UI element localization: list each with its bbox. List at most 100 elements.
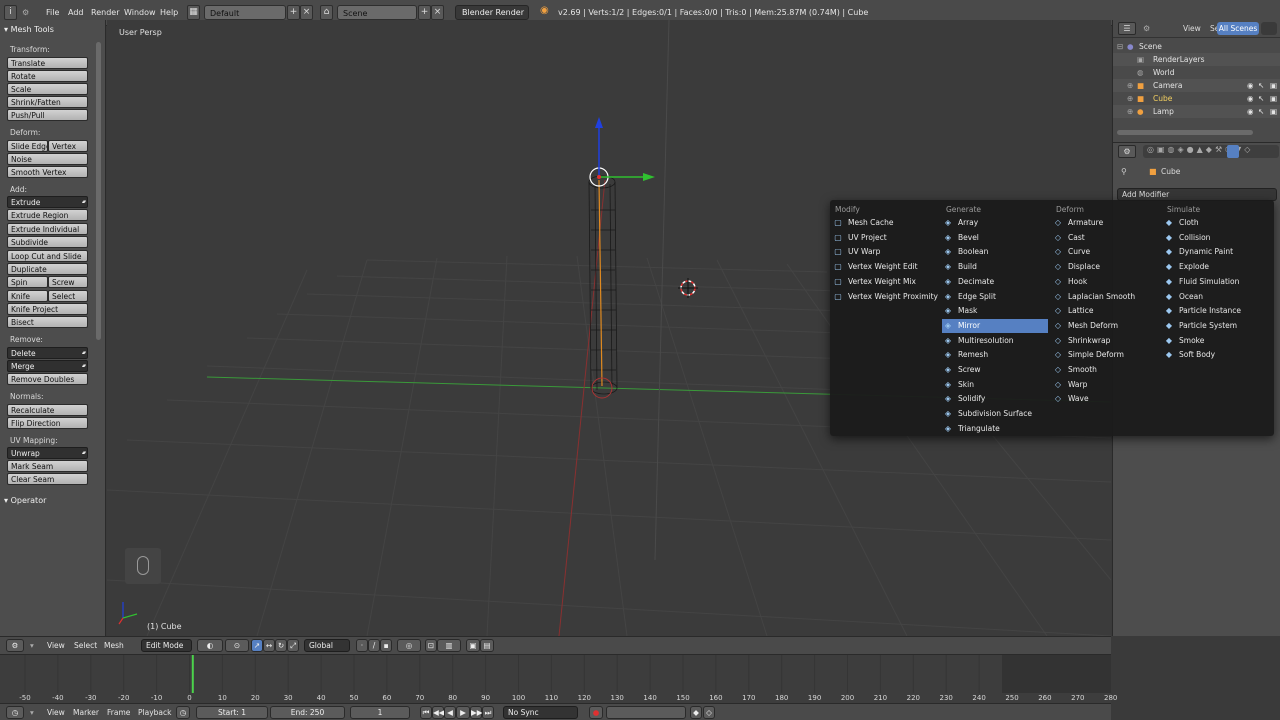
- translate-manipulator-icon[interactable]: ↔: [263, 639, 275, 652]
- keying-set-field[interactable]: [606, 706, 686, 719]
- scale-manipulator-icon[interactable]: ⤢: [287, 639, 299, 652]
- expand-icon[interactable]: ⊕: [1127, 92, 1133, 105]
- menu-add[interactable]: Add: [68, 6, 84, 20]
- menu-help[interactable]: Help: [160, 6, 178, 20]
- loop-cut-button[interactable]: Loop Cut and Slide: [7, 250, 88, 262]
- preview-range-icon[interactable]: ◷: [176, 706, 190, 719]
- outliner-search-input[interactable]: [1261, 22, 1277, 35]
- knife-project-button[interactable]: Knife Project: [7, 303, 88, 315]
- shading-select-icon[interactable]: ◐: [197, 639, 223, 652]
- menu-item-mirror[interactable]: ◈ Mirror: [942, 318, 1048, 333]
- properties-editor-icon[interactable]: ⚙: [1118, 145, 1136, 158]
- proportional-edit-icon[interactable]: ◎: [397, 639, 421, 652]
- menu-item-array[interactable]: ◈ Array: [942, 216, 1048, 230]
- jump-start-icon[interactable]: ⏮: [420, 706, 432, 719]
- sync-mode-select[interactable]: No Sync: [503, 706, 578, 719]
- menu-render[interactable]: Render: [91, 6, 119, 20]
- viewport-menu-mesh[interactable]: Mesh: [104, 641, 124, 650]
- menu-item-displace[interactable]: ◇ Displace: [1052, 260, 1158, 274]
- menu-item-cloth[interactable]: ◆ Cloth: [1163, 216, 1269, 230]
- menu-item-particle-system[interactable]: ◆ Particle System: [1163, 319, 1269, 333]
- menu-item-explode[interactable]: ◆ Explode: [1163, 260, 1269, 274]
- snap-toggle-icon[interactable]: ⊡: [425, 639, 437, 652]
- operator-panel-header[interactable]: ▾ Operator: [4, 496, 46, 505]
- menu-item-warp[interactable]: ◇ Warp: [1052, 378, 1158, 392]
- timeline-menu-playback[interactable]: Playback: [138, 708, 171, 717]
- outliner-row-renderlayers[interactable]: ▣ RenderLayers: [1113, 53, 1280, 66]
- outliner-row-scene[interactable]: ⊟ ● Scene: [1113, 40, 1280, 53]
- outliner-scrollbar[interactable]: [1117, 130, 1253, 135]
- expand-icon[interactable]: ⊕: [1127, 105, 1133, 118]
- remove-scene-icon[interactable]: ×: [431, 5, 444, 20]
- shrink-fatten-button[interactable]: Shrink/Fatten: [7, 96, 88, 108]
- merge-dropdown[interactable]: Merge: [7, 360, 88, 372]
- menu-item-multiresolution[interactable]: ◈ Multiresolution: [942, 334, 1048, 348]
- render-camera-icon[interactable]: ▣: [1270, 79, 1277, 92]
- vertex-button[interactable]: Vertex: [48, 140, 88, 152]
- collapse-icon[interactable]: ▾: [30, 708, 34, 717]
- menu-item-build[interactable]: ◈ Build: [942, 260, 1048, 274]
- screw-button[interactable]: Screw: [48, 276, 88, 288]
- menu-item-wave[interactable]: ◇ Wave: [1052, 392, 1158, 406]
- viewport-menu-view[interactable]: View: [47, 641, 65, 650]
- play-icon[interactable]: ▶: [456, 706, 470, 719]
- menu-item-smoke[interactable]: ◆ Smoke: [1163, 334, 1269, 348]
- unwrap-dropdown[interactable]: Unwrap: [7, 447, 88, 459]
- menu-item-cast[interactable]: ◇ Cast: [1052, 231, 1158, 245]
- outliner-row-cube[interactable]: ⊕ ■ Cube ◉ ↖ ▣: [1113, 92, 1280, 105]
- outliner-row-camera[interactable]: ⊕ ■ Camera ◉ ↖ ▣: [1113, 79, 1280, 92]
- render-camera-icon[interactable]: ▣: [1270, 92, 1277, 105]
- delete-dropdown[interactable]: Delete: [7, 347, 88, 359]
- pin-icon[interactable]: ⚲: [1121, 167, 1127, 176]
- menu-item-smooth[interactable]: ◇ Smooth: [1052, 363, 1158, 377]
- menu-item-remesh[interactable]: ◈ Remesh: [942, 348, 1048, 362]
- viewport-menu-select[interactable]: Select: [74, 641, 97, 650]
- add-scene-icon[interactable]: +: [418, 5, 431, 20]
- insert-keyframe-icon[interactable]: ◆: [690, 706, 702, 719]
- select-arrow-icon[interactable]: ↖: [1258, 79, 1264, 92]
- current-frame-field[interactable]: 1: [350, 706, 410, 719]
- menu-file[interactable]: File: [46, 6, 59, 20]
- edge-select-icon[interactable]: /: [368, 639, 380, 652]
- prev-keyframe-icon[interactable]: ◀◀: [432, 706, 445, 719]
- menu-item-collision[interactable]: ◆ Collision: [1163, 231, 1269, 245]
- mesh-tools-header[interactable]: ▾ Mesh Tools: [4, 25, 54, 34]
- menu-item-lattice[interactable]: ◇ Lattice: [1052, 304, 1158, 318]
- outliner-editor-icon[interactable]: ☰: [1118, 22, 1136, 35]
- menu-item-fluid-simulation[interactable]: ◆ Fluid Simulation: [1163, 275, 1269, 289]
- menu-item-mask[interactable]: ◈ Mask: [942, 304, 1048, 318]
- menu-item-hook[interactable]: ◇ Hook: [1052, 275, 1158, 289]
- menu-item-soft-body[interactable]: ◆ Soft Body: [1163, 348, 1269, 362]
- collapse-icon[interactable]: ⚙: [22, 6, 29, 20]
- flip-direction-button[interactable]: Flip Direction: [7, 417, 88, 429]
- menu-item-uv-warp[interactable]: ▢ UV Warp: [832, 245, 938, 259]
- menu-item-uv-project[interactable]: ▢ UV Project: [832, 231, 938, 245]
- mark-seam-button[interactable]: Mark Seam: [7, 460, 88, 472]
- menu-item-triangulate[interactable]: ◈ Triangulate: [942, 422, 1048, 436]
- slide-edge-button[interactable]: Slide Edge: [7, 140, 48, 152]
- opengl-render-icon[interactable]: ▤: [480, 639, 494, 652]
- render-camera-icon[interactable]: ▣: [1270, 105, 1277, 118]
- visibility-eye-icon[interactable]: ◉: [1247, 92, 1254, 105]
- push-pull-button[interactable]: Push/Pull: [7, 109, 88, 121]
- collapse-icon[interactable]: ▾: [30, 641, 34, 650]
- menu-item-subdivision-surface[interactable]: ◈ Subdivision Surface: [942, 407, 1048, 421]
- menu-item-shrinkwrap[interactable]: ◇ Shrinkwrap: [1052, 334, 1158, 348]
- smooth-vertex-button[interactable]: Smooth Vertex: [7, 166, 88, 178]
- render-preview-icon[interactable]: ▣: [466, 639, 480, 652]
- properties-context-tabs[interactable]: ◎▣◍◈●▲◆⚒⬡▼◇: [1143, 145, 1279, 158]
- remove-layout-icon[interactable]: ×: [300, 5, 313, 20]
- record-icon[interactable]: ●: [589, 706, 603, 719]
- screen-layout-field[interactable]: Default: [204, 5, 286, 20]
- select-arrow-icon[interactable]: ↖: [1258, 105, 1264, 118]
- menu-item-curve[interactable]: ◇ Curve: [1052, 245, 1158, 259]
- menu-item-vertex-weight-mix[interactable]: ▢ Vertex Weight Mix: [832, 275, 938, 289]
- menu-item-ocean[interactable]: ◆ Ocean: [1163, 290, 1269, 304]
- menu-item-decimate[interactable]: ◈ Decimate: [942, 275, 1048, 289]
- bisect-button[interactable]: Bisect: [7, 316, 88, 328]
- vertex-select-icon[interactable]: ·: [356, 639, 368, 652]
- menu-window[interactable]: Window: [124, 6, 156, 20]
- extrude-dropdown[interactable]: Extrude: [7, 196, 88, 208]
- visibility-eye-icon[interactable]: ◉: [1247, 79, 1254, 92]
- noise-button[interactable]: Noise: [7, 153, 88, 165]
